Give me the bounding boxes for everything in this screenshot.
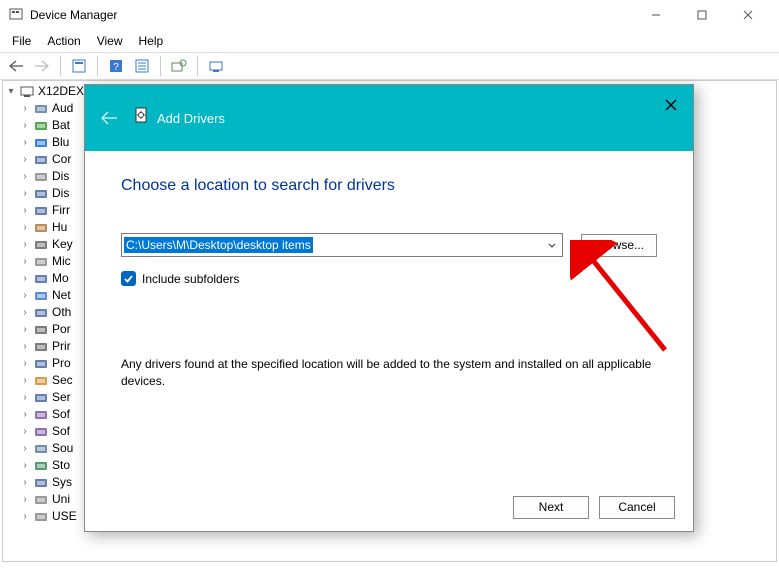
forward-button[interactable]	[30, 54, 54, 78]
tree-item-label: Ser	[52, 389, 71, 406]
tree-item-label: Sof	[52, 423, 70, 440]
tree-item-label: Bat	[52, 117, 70, 134]
minimize-button[interactable]	[633, 0, 679, 30]
cancel-button[interactable]: Cancel	[599, 496, 675, 519]
device-icon	[33, 424, 49, 440]
device-icon	[33, 492, 49, 508]
tree-item-label: Dis	[52, 168, 69, 185]
device-icon	[33, 390, 49, 406]
tree-item-label: Blu	[52, 134, 69, 151]
tree-item-label: Pro	[52, 355, 71, 372]
help-button[interactable]: ?	[104, 54, 128, 78]
device-icon	[33, 254, 49, 270]
device-icon	[33, 373, 49, 389]
tree-item-label: Oth	[52, 304, 71, 321]
menu-view[interactable]: View	[89, 32, 131, 50]
menu-action[interactable]: Action	[39, 32, 88, 50]
separator	[97, 56, 98, 76]
device-icon	[33, 152, 49, 168]
tree-item-label: Firr	[52, 202, 70, 219]
menu-help[interactable]: Help	[131, 32, 172, 50]
dialog-title: Add Drivers	[157, 111, 225, 126]
device-icon	[33, 458, 49, 474]
device-icon	[33, 509, 49, 525]
device-icon	[33, 186, 49, 202]
device-icon	[33, 101, 49, 117]
next-button[interactable]: Next	[513, 496, 589, 519]
tree-item-label: Mic	[52, 253, 71, 270]
tree-item-label: Cor	[52, 151, 71, 168]
app-icon	[8, 7, 24, 23]
back-button[interactable]	[4, 54, 28, 78]
add-drivers-dialog: Add Drivers Choose a location to search …	[84, 84, 694, 532]
tree-item-label: Net	[52, 287, 71, 304]
device-icon	[33, 288, 49, 304]
tree-item-label: Sys	[52, 474, 72, 491]
tree-item-label: Sec	[52, 372, 73, 389]
properties-button[interactable]	[130, 54, 154, 78]
dialog-note: Any drivers found at the specified locat…	[121, 356, 657, 390]
path-value: C:\Users\M\Desktop\desktop items	[124, 237, 313, 253]
dialog-close-button[interactable]	[659, 93, 683, 117]
svg-text:?: ?	[113, 62, 119, 73]
device-icon	[33, 203, 49, 219]
device-icon	[33, 118, 49, 134]
tree-item-label: Mo	[52, 270, 69, 287]
separator	[60, 56, 61, 76]
menu-file[interactable]: File	[4, 32, 39, 50]
tree-item-label: Por	[52, 321, 71, 338]
show-hide-tree-button[interactable]	[67, 54, 91, 78]
tree-item-label: Sto	[52, 457, 70, 474]
window-title: Device Manager	[30, 8, 633, 22]
tree-root-label: X12DEX	[38, 83, 84, 100]
dialog-header: Add Drivers	[85, 85, 693, 151]
device-icon	[33, 339, 49, 355]
add-driver-button[interactable]	[204, 54, 228, 78]
tree-item-label: Sou	[52, 440, 73, 457]
close-button[interactable]	[725, 0, 771, 30]
tree-item-label: Prir	[52, 338, 71, 355]
maximize-button[interactable]	[679, 0, 725, 30]
separator	[197, 56, 198, 76]
device-icon	[33, 475, 49, 491]
device-icon	[33, 356, 49, 372]
tree-item-label: Uni	[52, 491, 70, 508]
tree-item-label: Hu	[52, 219, 67, 236]
tree-item-label: Aud	[52, 100, 73, 117]
path-combobox[interactable]: C:\Users\M\Desktop\desktop items	[121, 233, 563, 257]
include-subfolders-label: Include subfolders	[142, 272, 239, 286]
device-icon	[33, 322, 49, 338]
device-icon	[33, 135, 49, 151]
driver-icon	[133, 107, 149, 130]
scan-hardware-button[interactable]	[167, 54, 191, 78]
tree-item-label: Key	[52, 236, 73, 253]
menu-bar: File Action View Help	[0, 30, 779, 52]
chevron-down-icon	[548, 240, 556, 251]
tree-item-label: USE	[52, 508, 77, 525]
toolbar: ?	[0, 52, 779, 80]
device-icon	[33, 441, 49, 457]
device-icon	[33, 271, 49, 287]
separator	[160, 56, 161, 76]
browse-button[interactable]: Browse...	[581, 234, 657, 257]
device-icon	[33, 169, 49, 185]
title-bar: Device Manager	[0, 0, 779, 30]
device-icon	[33, 237, 49, 253]
device-icon	[33, 305, 49, 321]
device-icon	[33, 407, 49, 423]
device-icon	[33, 220, 49, 236]
tree-item-label: Sof	[52, 406, 70, 423]
dialog-heading: Choose a location to search for drivers	[121, 177, 657, 195]
tree-item-label: Dis	[52, 185, 69, 202]
dialog-back-button[interactable]	[99, 108, 119, 128]
include-subfolders-checkbox[interactable]	[121, 271, 136, 286]
